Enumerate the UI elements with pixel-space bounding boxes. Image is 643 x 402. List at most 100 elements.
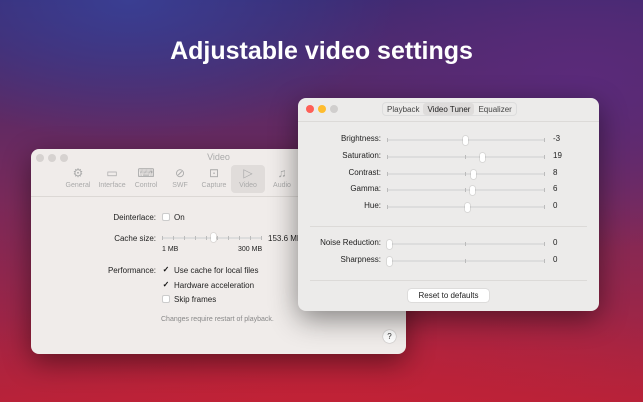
compass-icon: ⊘ bbox=[174, 166, 186, 180]
slider-tick bbox=[387, 155, 388, 159]
slider-label: Gamma: bbox=[350, 184, 381, 193]
slider-label: Hue: bbox=[364, 201, 381, 210]
slider-value: 6 bbox=[553, 184, 558, 193]
option-checkbox[interactable]: ✓ bbox=[162, 266, 170, 274]
music-note-icon: ♫ bbox=[277, 166, 287, 180]
slider-thumb[interactable] bbox=[387, 239, 392, 249]
tab-video-tuner[interactable]: Video Tuner bbox=[423, 103, 475, 115]
slider-tick bbox=[465, 259, 466, 263]
toolbar-capture[interactable]: ⊡ Capture bbox=[197, 165, 231, 193]
option-checkbox[interactable]: ✓ bbox=[162, 280, 170, 289]
slider-thumb[interactable] bbox=[469, 185, 475, 195]
slider-value: 0 bbox=[553, 201, 558, 210]
toolbar-label: SWF bbox=[172, 182, 188, 189]
toolbar-video[interactable]: ▷ Video bbox=[231, 165, 265, 193]
slider-tick bbox=[217, 236, 218, 240]
tuner-tabs: Playback Video Tuner Equalizer bbox=[382, 102, 517, 116]
deinterlace-option-label: On bbox=[174, 213, 185, 222]
slider-thumb[interactable] bbox=[479, 152, 485, 162]
toolbar-label: Video bbox=[239, 182, 257, 189]
option-label: Hardware acceleration bbox=[174, 280, 255, 290]
option-label: Use cache for local files bbox=[174, 266, 259, 275]
slider-tick bbox=[184, 236, 185, 240]
slider-label: Saturation: bbox=[342, 151, 381, 160]
slider-value: 0 bbox=[553, 255, 558, 264]
slider-tick bbox=[544, 188, 545, 192]
camera-icon: ⊡ bbox=[208, 166, 220, 180]
video-tuner-window: Playback Video Tuner Equalizer Brightness:… bbox=[298, 98, 599, 311]
restart-note: Changes require restart of playback. bbox=[161, 316, 274, 323]
slider-value: -3 bbox=[553, 134, 561, 143]
slider-thumb[interactable] bbox=[387, 256, 392, 266]
slider-thumb[interactable] bbox=[465, 202, 470, 212]
slider-label: Contrast: bbox=[348, 168, 381, 177]
slider-label: Noise Reduction: bbox=[320, 238, 381, 247]
slider-label: Brightness: bbox=[340, 134, 381, 143]
slider-tick bbox=[465, 172, 466, 176]
zoom-button[interactable] bbox=[330, 105, 338, 113]
slider-tick bbox=[465, 242, 466, 246]
reset-to-defaults-button[interactable]: Reset to defaults bbox=[408, 289, 489, 302]
toolbar-label: Capture bbox=[201, 182, 227, 189]
toolbar-control[interactable]: ⌨ Control bbox=[129, 165, 163, 193]
toolbar-label: Control bbox=[134, 182, 158, 189]
slider-tick bbox=[239, 236, 240, 240]
slider-value: 0 bbox=[553, 238, 558, 247]
cache-size-label: Cache size: bbox=[114, 234, 156, 243]
slider-tick bbox=[544, 155, 545, 159]
slider-tick bbox=[465, 188, 466, 192]
slider-tick bbox=[228, 236, 229, 240]
tab-equalizer[interactable]: Equalizer bbox=[474, 103, 515, 115]
slider-label: Sharpness: bbox=[340, 255, 381, 264]
slider-track bbox=[387, 243, 545, 245]
slider-tick bbox=[544, 138, 545, 142]
headline: Adjustable video settings bbox=[170, 37, 473, 65]
toolbar-label: General bbox=[65, 182, 91, 189]
toolbar-audio[interactable]: ♫ Audio bbox=[265, 165, 299, 193]
slider-tick bbox=[465, 155, 466, 159]
option-checkbox[interactable] bbox=[162, 295, 170, 303]
minimize-button[interactable] bbox=[318, 105, 326, 113]
slider-track bbox=[387, 189, 545, 191]
close-button[interactable] bbox=[306, 105, 314, 113]
slider-tick bbox=[250, 236, 251, 240]
toolbar-label: Interface bbox=[98, 182, 126, 189]
slider-tick bbox=[206, 236, 207, 240]
slider-thumb[interactable] bbox=[462, 135, 468, 145]
deinterlace-label: Deinterlace: bbox=[113, 213, 156, 222]
slider-tick bbox=[387, 205, 388, 209]
slider-tick bbox=[544, 242, 545, 246]
toolbar-label: Audio bbox=[273, 182, 291, 189]
cache-max-label: 300 MB bbox=[238, 246, 263, 253]
option-label: Skip frames bbox=[174, 295, 217, 304]
slider-tick bbox=[387, 138, 388, 142]
slider-tick bbox=[544, 172, 545, 176]
slider-tick bbox=[261, 236, 262, 240]
cache-min-label: 1 MB bbox=[162, 246, 179, 253]
slider-tick bbox=[162, 236, 163, 240]
slider-value: 19 bbox=[553, 151, 562, 160]
deinterlace-checkbox[interactable] bbox=[162, 213, 170, 221]
slider-track bbox=[387, 156, 545, 158]
slider-track bbox=[387, 260, 545, 262]
window-icon: ▭ bbox=[106, 166, 118, 180]
performance-label: Performance: bbox=[107, 266, 156, 275]
slider-value: 8 bbox=[553, 168, 558, 177]
toolbar-swf[interactable]: ⊘ SWF bbox=[163, 165, 197, 193]
gear-icon: ⚙ bbox=[72, 166, 84, 180]
help-button[interactable]: ? bbox=[383, 330, 396, 343]
slider-thumb[interactable] bbox=[471, 169, 477, 179]
play-icon: ▷ bbox=[243, 166, 253, 180]
slider-tick bbox=[387, 188, 388, 192]
slider-thumb[interactable] bbox=[210, 233, 216, 242]
keyboard-icon: ⌨ bbox=[137, 166, 155, 180]
slider-tick bbox=[195, 236, 196, 240]
slider-tick bbox=[544, 205, 545, 209]
toolbar-interface[interactable]: ▭ Interface bbox=[95, 165, 129, 193]
slider-track bbox=[387, 173, 545, 175]
slider-tick bbox=[173, 236, 174, 240]
tab-playback[interactable]: Playback bbox=[383, 103, 423, 115]
toolbar-general[interactable]: ⚙ General bbox=[61, 165, 95, 193]
slider-tick bbox=[544, 259, 545, 263]
slider-tick bbox=[387, 172, 388, 176]
